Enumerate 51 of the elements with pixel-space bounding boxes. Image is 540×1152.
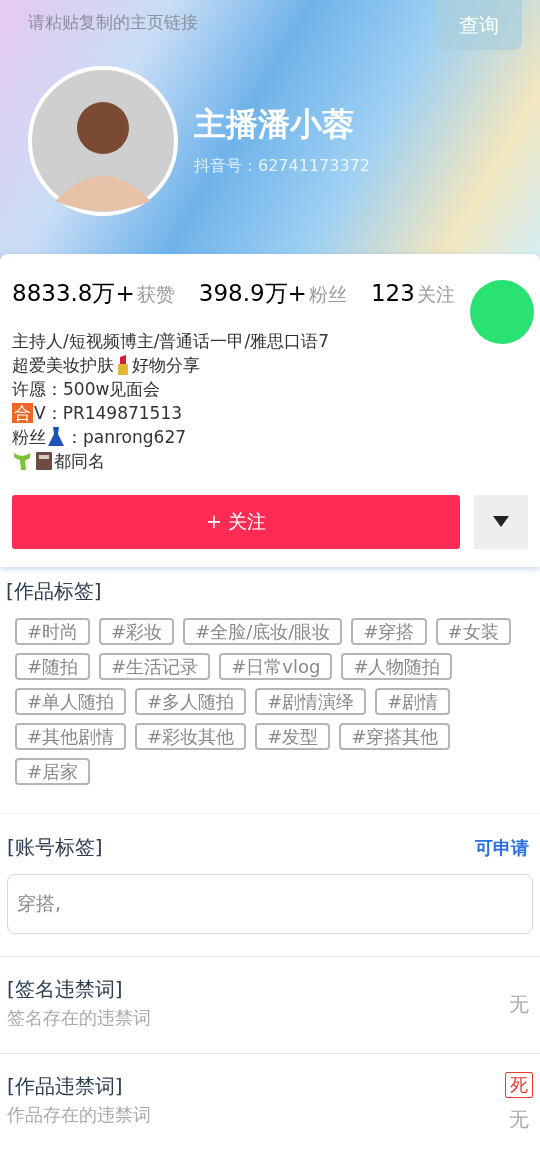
- account-id: 抖音号：62741173372: [194, 155, 370, 177]
- link-input[interactable]: 请粘贴复制的主页链接: [28, 10, 388, 36]
- tag[interactable]: #彩妆: [99, 618, 175, 645]
- bio-text: 许愿：500w见面会: [12, 377, 161, 401]
- tag[interactable]: #全脸/底妆/眼妆: [183, 618, 343, 645]
- section-title: [作品标签]: [6, 579, 102, 603]
- result-text: 无: [509, 991, 529, 1018]
- bio-text: 好物分享: [132, 353, 200, 377]
- caret-down-icon: [493, 515, 509, 528]
- tag[interactable]: #日常vlog: [219, 653, 333, 680]
- stat-text: 8833.8万+获赞: [12, 279, 175, 308]
- apply-link[interactable]: 可申请: [475, 833, 529, 861]
- tag[interactable]: #发型: [255, 723, 331, 750]
- book-icon: [35, 450, 53, 471]
- bio-text: 都同名: [54, 449, 105, 473]
- tag[interactable]: #随拍: [15, 653, 91, 680]
- tag[interactable]: #穿搭: [351, 618, 427, 645]
- tag[interactable]: #多人随拍: [135, 688, 247, 715]
- badge-label: 合: [12, 402, 33, 423]
- bio-text: V：PR149871513: [34, 401, 183, 425]
- stat-text: 398.9万+粉丝: [198, 279, 347, 308]
- bio-text: ：panrong627: [66, 425, 186, 449]
- tag[interactable]: #剧情: [375, 688, 451, 715]
- tag[interactable]: #单人随拍: [15, 688, 127, 715]
- tag[interactable]: #其他剧情: [15, 723, 127, 750]
- lipstick-icon: [115, 354, 131, 375]
- dress-icon: [47, 426, 65, 447]
- bio-text: 主持人/短视频博主/普通话一甲/雅思口语7: [12, 329, 329, 353]
- follow-button[interactable]: + 关注: [12, 494, 460, 549]
- tag[interactable]: #女装: [435, 618, 511, 645]
- tag[interactable]: #彩妆其他: [135, 723, 247, 750]
- stat-text: 123 关注: [370, 279, 455, 308]
- tag[interactable]: #居家: [15, 758, 91, 785]
- tag[interactable]: #剧情演绎: [255, 688, 367, 715]
- tag[interactable]: #穿搭其他: [339, 723, 451, 750]
- tag[interactable]: #人物随拍: [341, 653, 453, 680]
- section-subtitle: 作品存在的违禁词: [7, 1103, 151, 1127]
- section-title: [作品违禁词]: [7, 1073, 124, 1100]
- warning-badge: 死: [505, 1072, 533, 1098]
- result-text: 无: [509, 1106, 529, 1133]
- tag[interactable]: #时尚: [15, 618, 91, 645]
- section-subtitle: 签名存在的违禁词: [7, 1006, 151, 1030]
- bio-text: 超爱美妆护肤: [12, 353, 114, 377]
- section-title: [账号标签]: [7, 834, 103, 861]
- tag[interactable]: #生活记录: [99, 653, 211, 680]
- account-tag-field[interactable]: 穿搭,: [7, 874, 533, 934]
- more-button[interactable]: [474, 494, 528, 549]
- profile-name: 主播潘小蓉: [194, 104, 355, 144]
- bio-text: 粉丝: [12, 425, 46, 449]
- scarf-icon: [12, 450, 32, 471]
- section-title: [签名违禁词]: [7, 976, 124, 1003]
